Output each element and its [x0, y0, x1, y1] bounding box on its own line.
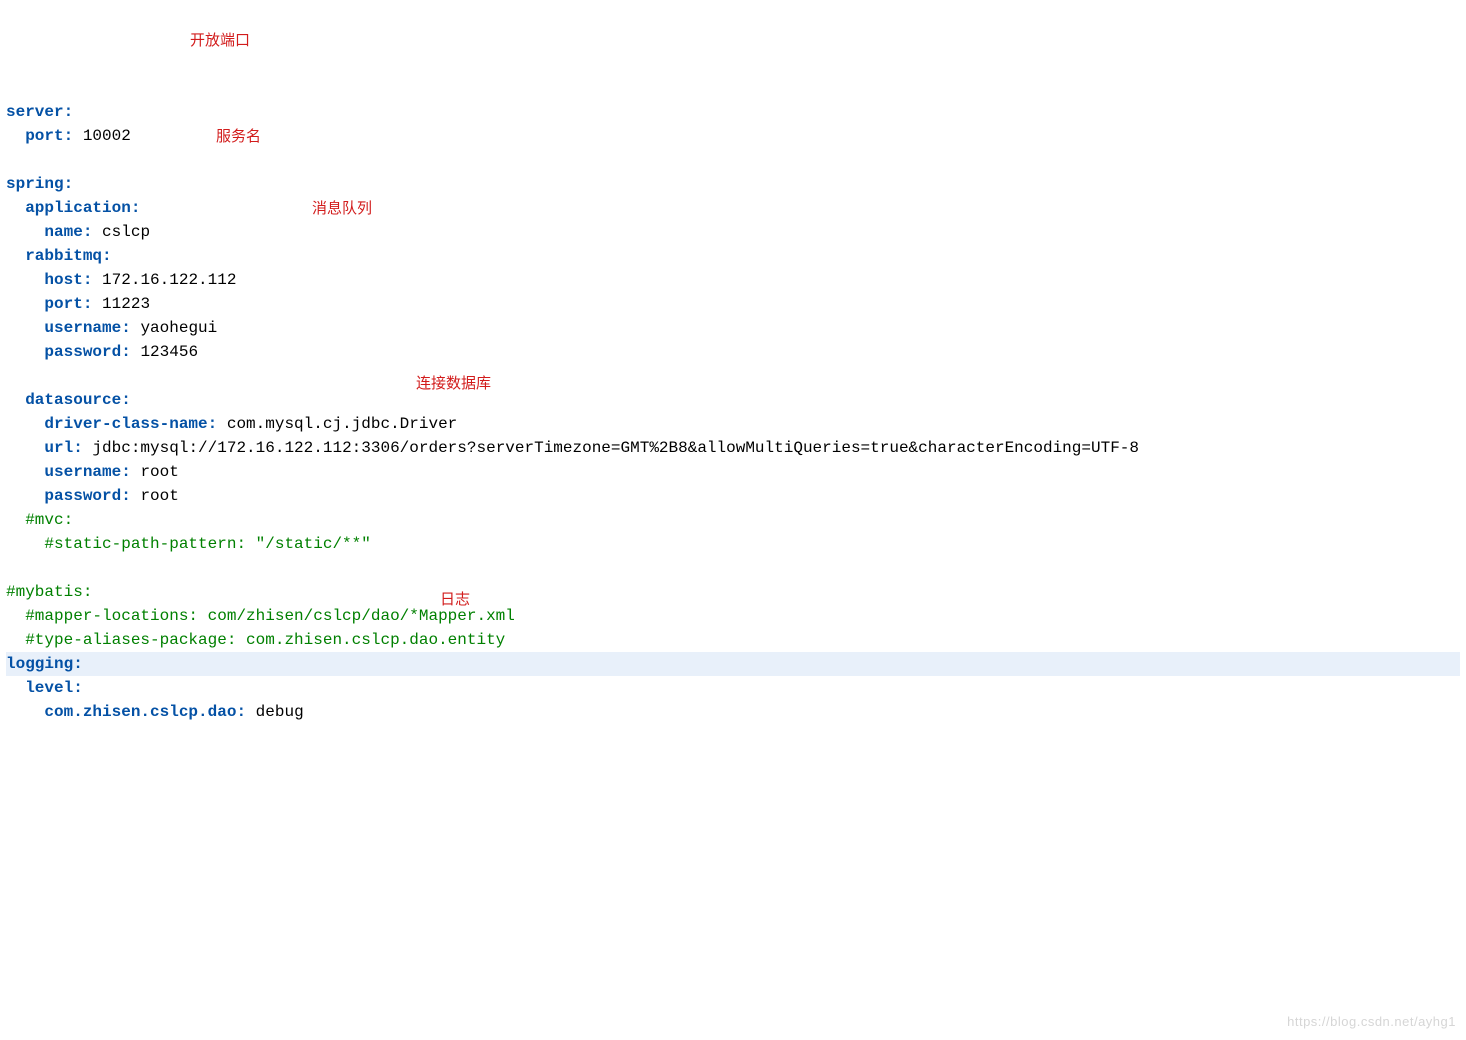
yaml-config-code: server: port: 10002 spring: application:… — [6, 100, 1460, 724]
key-ds-user: username: — [44, 463, 130, 481]
key-server: server: — [6, 103, 73, 121]
key-level: level: — [25, 679, 83, 697]
key-server-port: port: — [25, 127, 73, 145]
val-app-name: cslcp — [102, 223, 150, 241]
val-url: jdbc:mysql://172.16.122.112:3306/orders?… — [92, 439, 1139, 457]
val-rabbit-pass: 123456 — [140, 343, 198, 361]
comment-type-aliases: #type-aliases-package: com.zhisen.cslcp.… — [25, 631, 505, 649]
key-dao-log: com.zhisen.cslcp.dao: — [44, 703, 246, 721]
key-spring: spring: — [6, 175, 73, 193]
key-rabbitmq: rabbitmq: — [25, 247, 111, 265]
key-rabbit-host: host: — [44, 271, 92, 289]
comment-mybatis: #mybatis: — [6, 583, 92, 601]
key-logging: logging: — [6, 655, 83, 673]
annotation-connect-db: 连接数据库 — [416, 372, 491, 396]
val-server-port: 10002 — [83, 127, 131, 145]
key-datasource: datasource: — [25, 391, 131, 409]
key-rabbit-pass: password: — [44, 343, 130, 361]
key-application: application: — [25, 199, 140, 217]
val-ds-user: root — [140, 463, 178, 481]
watermark: https://blog.csdn.net/ayhg1 — [1287, 1010, 1456, 1034]
val-rabbit-host: 172.16.122.112 — [102, 271, 236, 289]
annotation-message-queue: 消息队列 — [312, 197, 372, 221]
val-rabbit-user: yaohegui — [140, 319, 217, 337]
val-driver: com.mysql.cj.jdbc.Driver — [227, 415, 457, 433]
key-rabbit-port: port: — [44, 295, 92, 313]
key-driver: driver-class-name: — [44, 415, 217, 433]
key-app-name: name: — [44, 223, 92, 241]
comment-mvc: #mvc: — [25, 511, 73, 529]
annotation-log: 日志 — [440, 588, 470, 612]
annotation-service-name: 服务名 — [216, 125, 261, 149]
val-dao-log: debug — [256, 703, 304, 721]
key-ds-pass: password: — [44, 487, 130, 505]
key-url: url: — [44, 439, 82, 457]
key-rabbit-user: username: — [44, 319, 130, 337]
val-ds-pass: root — [140, 487, 178, 505]
comment-static-path: #static-path-pattern: "/static/**" — [44, 535, 370, 553]
val-rabbit-port: 11223 — [102, 295, 150, 313]
annotation-open-port: 开放端口 — [190, 29, 250, 53]
